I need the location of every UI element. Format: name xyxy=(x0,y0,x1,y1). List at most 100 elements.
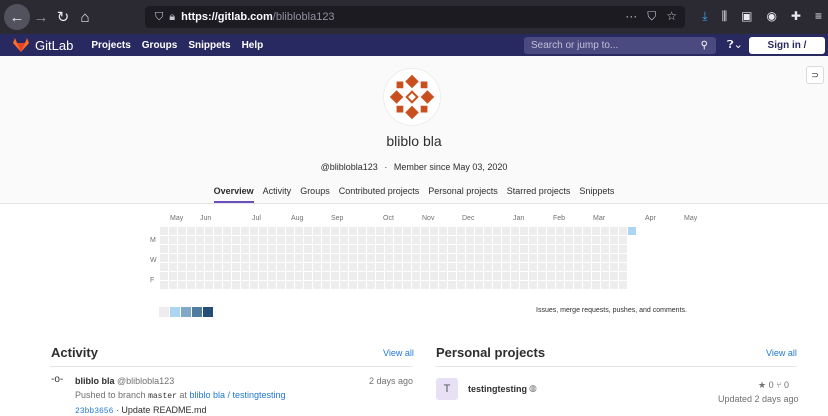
calendar-day-cell[interactable] xyxy=(277,281,285,289)
calendar-day-cell[interactable] xyxy=(484,227,492,235)
calendar-day-cell[interactable] xyxy=(574,254,582,262)
calendar-day-cell[interactable] xyxy=(457,254,465,262)
calendar-day-cell[interactable] xyxy=(358,281,366,289)
calendar-day-cell[interactable] xyxy=(421,236,429,244)
calendar-day-cell[interactable] xyxy=(169,263,177,271)
calendar-day-cell[interactable] xyxy=(484,254,492,262)
calendar-day-cell[interactable] xyxy=(421,263,429,271)
calendar-day-cell[interactable] xyxy=(448,245,456,253)
calendar-day-cell[interactable] xyxy=(439,227,447,235)
calendar-day-cell[interactable] xyxy=(394,272,402,280)
calendar-day-cell[interactable] xyxy=(439,245,447,253)
calendar-day-cell[interactable] xyxy=(187,281,195,289)
calendar-day-cell[interactable] xyxy=(412,263,420,271)
calendar-day-cell[interactable] xyxy=(340,236,348,244)
calendar-day-cell[interactable] xyxy=(610,254,618,262)
calendar-day-cell[interactable] xyxy=(295,272,303,280)
calendar-day-cell[interactable] xyxy=(619,227,627,235)
calendar-day-cell[interactable] xyxy=(160,281,168,289)
calendar-day-cell[interactable] xyxy=(538,272,546,280)
calendar-day-cell[interactable] xyxy=(250,245,258,253)
calendar-day-cell[interactable] xyxy=(241,236,249,244)
calendar-day-cell[interactable] xyxy=(493,227,501,235)
calendar-day-cell[interactable] xyxy=(178,263,186,271)
calendar-day-cell[interactable] xyxy=(565,254,573,262)
calendar-day-cell[interactable] xyxy=(268,272,276,280)
calendar-day-cell[interactable] xyxy=(574,236,582,244)
calendar-day-cell[interactable] xyxy=(538,281,546,289)
calendar-day-cell[interactable] xyxy=(448,263,456,271)
library-icon[interactable]: ⫼ xyxy=(722,9,728,24)
calendar-day-cell[interactable] xyxy=(313,254,321,262)
calendar-day-cell[interactable] xyxy=(448,281,456,289)
calendar-day-cell[interactable] xyxy=(250,227,258,235)
tab-starred-projects[interactable]: Starred projects xyxy=(507,186,571,203)
calendar-day-cell[interactable] xyxy=(223,272,231,280)
calendar-day-cell[interactable] xyxy=(412,281,420,289)
calendar-day-cell[interactable] xyxy=(592,236,600,244)
calendar-day-cell[interactable] xyxy=(574,281,582,289)
calendar-day-cell[interactable] xyxy=(592,263,600,271)
calendar-day-cell[interactable] xyxy=(286,263,294,271)
calendar-day-cell[interactable] xyxy=(493,236,501,244)
calendar-day-cell[interactable] xyxy=(565,245,573,253)
tab-snippets[interactable]: Snippets xyxy=(579,186,614,203)
calendar-day-cell[interactable] xyxy=(403,281,411,289)
calendar-day-cell[interactable] xyxy=(286,245,294,253)
calendar-day-cell[interactable] xyxy=(331,236,339,244)
calendar-day-cell[interactable] xyxy=(160,254,168,262)
calendar-day-cell[interactable] xyxy=(313,263,321,271)
calendar-day-cell[interactable] xyxy=(610,281,618,289)
calendar-day-cell[interactable] xyxy=(376,227,384,235)
calendar-day-cell[interactable] xyxy=(475,254,483,262)
calendar-day-cell[interactable] xyxy=(322,236,330,244)
calendar-day-cell[interactable] xyxy=(160,272,168,280)
calendar-day-cell[interactable] xyxy=(277,236,285,244)
calendar-day-cell[interactable] xyxy=(340,281,348,289)
calendar-day-cell[interactable] xyxy=(466,245,474,253)
calendar-day-cell[interactable] xyxy=(223,254,231,262)
calendar-day-cell[interactable] xyxy=(520,227,528,235)
more-icon[interactable]: ··· xyxy=(625,9,637,24)
calendar-day-cell[interactable] xyxy=(232,281,240,289)
calendar-day-cell[interactable] xyxy=(232,227,240,235)
calendar-day-cell[interactable] xyxy=(250,272,258,280)
calendar-day-cell[interactable] xyxy=(241,227,249,235)
calendar-day-cell[interactable] xyxy=(286,227,294,235)
calendar-day-cell[interactable] xyxy=(169,236,177,244)
calendar-day-cell[interactable] xyxy=(421,272,429,280)
calendar-day-cell[interactable] xyxy=(538,236,546,244)
calendar-day-cell[interactable] xyxy=(205,245,213,253)
calendar-day-cell[interactable] xyxy=(430,272,438,280)
calendar-day-cell[interactable] xyxy=(187,263,195,271)
calendar-day-cell[interactable] xyxy=(232,272,240,280)
sidebar-icon[interactable]: ▣ xyxy=(741,9,752,24)
calendar-day-cell[interactable] xyxy=(466,263,474,271)
calendar-day-cell[interactable] xyxy=(502,227,510,235)
calendar-day-cell[interactable] xyxy=(259,281,267,289)
download-icon[interactable]: ⤓ xyxy=(702,9,707,24)
calendar-day-cell[interactable] xyxy=(304,272,312,280)
calendar-day-cell[interactable] xyxy=(619,236,627,244)
calendar-day-cell[interactable] xyxy=(412,227,420,235)
calendar-day-cell[interactable] xyxy=(385,245,393,253)
calendar-day-cell[interactable] xyxy=(241,281,249,289)
calendar-day-cell[interactable] xyxy=(187,254,195,262)
calendar-day-cell[interactable] xyxy=(403,272,411,280)
calendar-day-cell[interactable] xyxy=(259,272,267,280)
calendar-day-cell[interactable] xyxy=(358,272,366,280)
calendar-day-cell[interactable] xyxy=(358,236,366,244)
calendar-day-cell[interactable] xyxy=(232,263,240,271)
calendar-day-cell[interactable] xyxy=(529,281,537,289)
calendar-day-cell[interactable] xyxy=(169,281,177,289)
calendar-day-cell[interactable] xyxy=(268,236,276,244)
calendar-day-cell[interactable] xyxy=(583,245,591,253)
calendar-day-cell[interactable] xyxy=(196,263,204,271)
calendar-day-cell[interactable] xyxy=(313,227,321,235)
calendar-day-cell[interactable] xyxy=(322,281,330,289)
calendar-day-cell[interactable] xyxy=(295,281,303,289)
calendar-day-cell[interactable] xyxy=(340,254,348,262)
calendar-day-cell[interactable] xyxy=(295,227,303,235)
calendar-day-cell[interactable] xyxy=(538,254,546,262)
calendar-day-cell[interactable] xyxy=(340,263,348,271)
